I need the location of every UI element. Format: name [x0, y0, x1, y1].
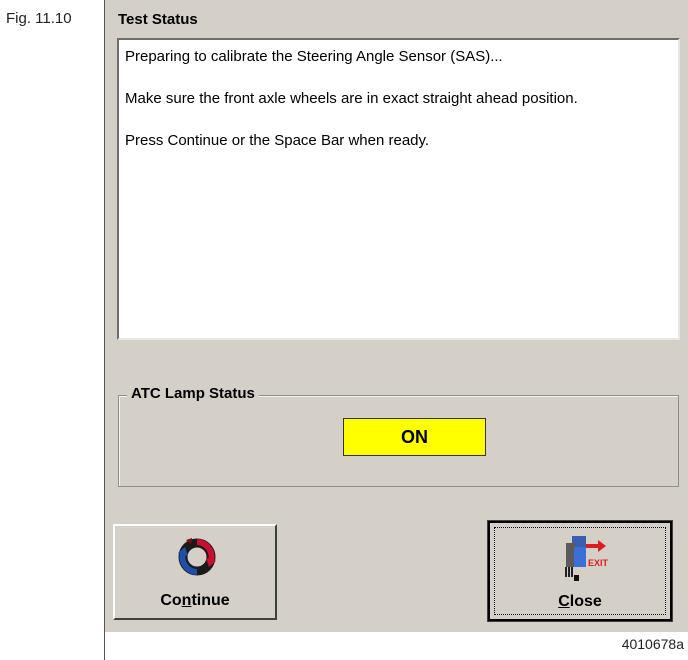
status-text-box[interactable]: Preparing to calibrate the Steering Angl…	[117, 38, 680, 340]
atc-lamp-status-group: ATC Lamp Status ON	[118, 385, 679, 487]
svg-text:EXIT: EXIT	[588, 558, 608, 568]
atc-lamp-status-legend: ATC Lamp Status	[127, 385, 259, 402]
close-button[interactable]: EXIT Close	[487, 520, 673, 622]
figure-label: Fig. 11.10	[6, 10, 72, 27]
test-status-window: Test Status Preparing to calibrate the S…	[105, 0, 688, 632]
exit-icon: EXIT	[565, 536, 608, 581]
continue-label: Continue	[160, 592, 230, 609]
figure-image-id: 4010678a	[621, 636, 684, 652]
window-title: Test Status	[118, 11, 198, 28]
status-line-prepare: Preparing to calibrate the Steering Angl…	[125, 48, 503, 65]
status-line-continue: Press Continue or the Space Bar when rea…	[125, 132, 430, 149]
continue-button[interactable]: Continue	[113, 524, 277, 620]
close-label: Close	[558, 593, 602, 610]
status-line-wheels: Make sure the front axle wheels are in e…	[125, 90, 578, 107]
refresh-icon	[178, 538, 216, 576]
atc-lamp-indicator: ON	[343, 418, 486, 456]
